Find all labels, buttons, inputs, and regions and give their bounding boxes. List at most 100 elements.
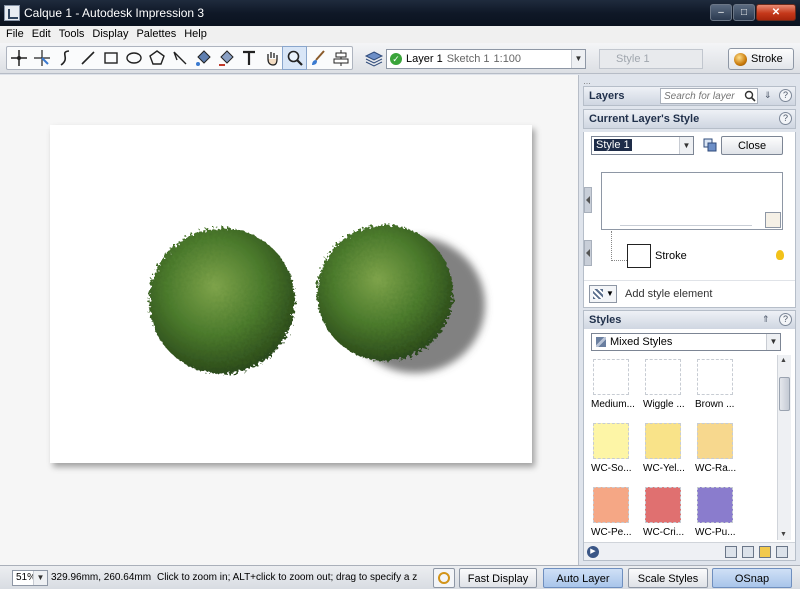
help-icon[interactable]: ? xyxy=(779,89,792,102)
style-swatch[interactable]: WC-Pe... xyxy=(591,487,641,538)
maximize-button[interactable]: □ xyxy=(733,4,755,21)
chevron-down-icon[interactable]: ▼ xyxy=(679,137,693,154)
chevron-down-icon[interactable]: ▼ xyxy=(571,50,585,68)
hand-pan-icon[interactable] xyxy=(260,47,283,69)
style-swatch[interactable]: WC-Yel... xyxy=(643,423,693,474)
rectangle-icon[interactable] xyxy=(99,47,122,69)
close-style-button[interactable]: Close xyxy=(721,136,783,155)
swatch-box xyxy=(645,423,681,459)
menu-file[interactable]: File xyxy=(2,26,28,43)
swatch-label: Medium... xyxy=(591,399,635,410)
history-button[interactable] xyxy=(433,568,455,588)
node-edit-icon[interactable] xyxy=(30,47,53,69)
close-window-button[interactable]: ✕ xyxy=(756,4,796,21)
help-icon[interactable]: ? xyxy=(779,313,792,326)
swatch-box xyxy=(593,487,629,523)
menu-edit[interactable]: Edit xyxy=(28,26,55,43)
brush-icon[interactable] xyxy=(306,47,329,69)
swatch-box xyxy=(645,487,681,523)
crosshair-select-icon[interactable] xyxy=(7,47,30,69)
main-toolbar: ✓ Layer 1 Sketch 1 1:100 ▼ Style 1 Strok… xyxy=(0,43,800,74)
style-swatch[interactable]: WC-Pu... xyxy=(695,487,745,538)
style-swatch[interactable]: Brown ... xyxy=(695,359,745,410)
window-controls: – □ ✕ xyxy=(710,4,796,21)
current-style-header: Current Layer's Style ? xyxy=(583,109,796,129)
menu-tools[interactable]: Tools xyxy=(55,26,89,43)
style-filter-dropdown[interactable]: Mixed Styles ▼ xyxy=(591,333,781,351)
tree-left xyxy=(149,228,295,374)
chevron-down-icon[interactable]: ▼ xyxy=(33,571,47,585)
brush-icon[interactable] xyxy=(765,212,781,228)
line-icon[interactable] xyxy=(76,47,99,69)
paper-sheet[interactable] xyxy=(50,125,532,463)
style-swatch[interactable]: Medium... xyxy=(591,359,641,410)
style-dropdown[interactable]: Style 1 ▼ xyxy=(591,136,694,155)
text-icon[interactable] xyxy=(237,47,260,69)
layer-scale: 1:100 xyxy=(493,53,522,65)
new-style-icon[interactable] xyxy=(776,546,788,558)
menu-display[interactable]: Display xyxy=(88,26,132,43)
expand-tab-icon[interactable] xyxy=(584,187,592,213)
collapse-chevron-icon[interactable]: ⇓ xyxy=(764,90,772,101)
knife-icon[interactable] xyxy=(168,47,191,69)
scroll-thumb[interactable] xyxy=(779,377,790,411)
folder-icon[interactable] xyxy=(759,546,771,558)
chevron-down-icon[interactable]: ▼ xyxy=(766,334,780,350)
globe-icon xyxy=(734,52,747,66)
styles-header: Styles ⇑ ? xyxy=(583,310,796,330)
swatch-label: WC-Cri... xyxy=(643,527,685,538)
fast-display-button[interactable]: Fast Display xyxy=(459,568,537,588)
copy-style-icon[interactable] xyxy=(703,138,717,152)
osnap-button[interactable]: OSnap xyxy=(712,568,792,588)
auto-layer-button[interactable]: Auto Layer xyxy=(543,568,623,588)
curve-pen-icon[interactable] xyxy=(53,47,76,69)
lightbulb-icon[interactable] xyxy=(776,250,784,260)
align-icon[interactable] xyxy=(329,47,352,69)
collapse-chevron-icon[interactable]: ⇑ xyxy=(762,314,770,325)
tree-right xyxy=(317,225,453,361)
style-library-icon[interactable] xyxy=(742,546,754,558)
swatch-label: WC-Pe... xyxy=(591,527,632,538)
menu-help[interactable]: Help xyxy=(180,26,211,43)
menu-palettes[interactable]: Palettes xyxy=(132,26,180,43)
search-icon[interactable] xyxy=(744,90,756,102)
save-style-icon[interactable] xyxy=(725,546,737,558)
style-preview xyxy=(601,172,783,230)
style-swatch[interactable]: WC-Ra... xyxy=(695,423,745,474)
scroll-down-icon[interactable]: ▼ xyxy=(780,531,787,538)
right-panel: … Layers ⇓ ? Current Layer's Style ? Sty… xyxy=(578,75,800,565)
zoom-icon[interactable] xyxy=(282,46,307,70)
layers-header[interactable]: Layers ⇓ ? xyxy=(583,86,796,106)
app-logo-icon xyxy=(4,5,20,21)
clock-icon xyxy=(438,572,450,584)
expand-tab-icon[interactable] xyxy=(584,240,592,266)
title-bar: Calque 1 - Autodesk Impression 3 – □ ✕ xyxy=(0,0,800,26)
polygon-icon[interactable] xyxy=(145,47,168,69)
minimize-button[interactable]: – xyxy=(710,4,732,21)
stroke-button[interactable]: Stroke xyxy=(728,48,794,70)
zoom-dropdown[interactable]: 51% ▼ xyxy=(12,570,48,586)
add-element-dropdown[interactable]: ▼ xyxy=(589,285,617,303)
window-title: Calque 1 - Autodesk Impression 3 xyxy=(24,6,205,20)
styles-scrollbar[interactable]: ▲ ▼ xyxy=(777,355,791,540)
swatch-label: WC-Pu... xyxy=(695,527,736,538)
current-style-title: Current Layer's Style xyxy=(589,113,700,125)
style-bucket-icon[interactable] xyxy=(214,47,237,69)
panel-grip-icon[interactable]: … xyxy=(583,77,592,86)
swatch-label: Wiggle ... xyxy=(643,399,685,410)
scale-styles-button[interactable]: Scale Styles xyxy=(628,568,708,588)
scroll-up-icon[interactable]: ▲ xyxy=(780,357,787,364)
forward-icon[interactable]: ▶ xyxy=(587,546,599,558)
stroke-swatch[interactable] xyxy=(627,244,651,268)
style-swatch[interactable]: Wiggle ... xyxy=(643,359,693,410)
fill-bucket-icon[interactable] xyxy=(191,47,214,69)
menu-bar: File Edit Tools Display Palettes Help xyxy=(0,26,800,43)
layer-dropdown[interactable]: ✓ Layer 1 Sketch 1 1:100 ▼ xyxy=(386,49,586,69)
cursor-coordinates: 329.96mm, 260.64mm xyxy=(51,572,152,583)
layer-stack-icon[interactable] xyxy=(364,50,384,68)
ellipse-icon[interactable] xyxy=(122,47,145,69)
style-swatch[interactable]: WC-Cri... xyxy=(643,487,693,538)
help-icon[interactable]: ? xyxy=(779,112,792,125)
drawing-canvas[interactable] xyxy=(0,75,578,565)
style-swatch[interactable]: WC-So... xyxy=(591,423,641,474)
